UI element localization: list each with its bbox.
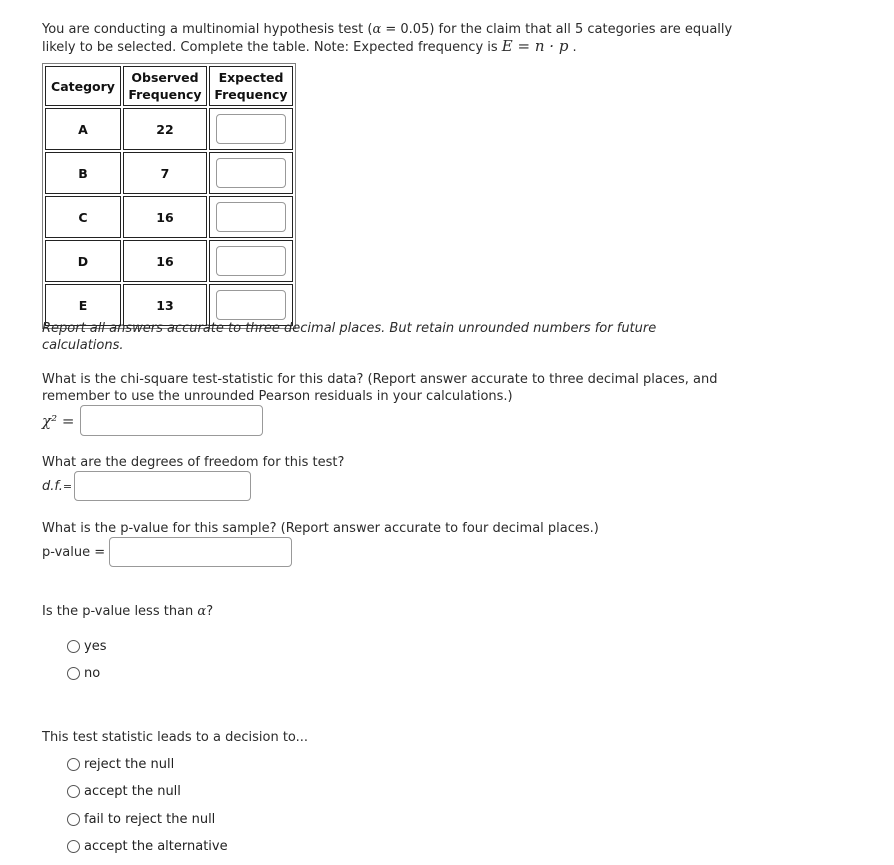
frequency-table: Category Observed Frequency Expected Frequ… (42, 63, 296, 329)
expected-input-a[interactable] (216, 114, 286, 144)
pvalue-label: p-value = (42, 544, 106, 560)
radio-button[interactable] (67, 812, 80, 826)
table-header-row: Category Observed Frequency Expected Frequ… (45, 66, 293, 106)
header-observed: Observed Frequency (123, 66, 207, 106)
decision-question: This test statistic leads to a decision … (42, 730, 309, 745)
category-cell: C (45, 196, 121, 238)
df-label: d.f. (42, 478, 63, 494)
expected-input-e[interactable] (216, 290, 286, 320)
compare-option-yes[interactable]: yes (67, 637, 106, 655)
pvalue-question: What is the p-value for this sample? (Re… (42, 521, 599, 536)
df-input[interactable] (74, 471, 252, 501)
radio-button[interactable] (67, 666, 80, 680)
category-cell: D (45, 240, 121, 282)
radio-button[interactable] (67, 639, 80, 653)
rounding-note: Report all answers accurate to three dec… (42, 321, 657, 353)
compare-option-no[interactable]: no (67, 664, 100, 682)
category-cell: A (45, 108, 121, 150)
header-expected: Expected Frequency (209, 66, 293, 106)
observed-cell: 7 (123, 152, 207, 194)
decision-option-accept-null[interactable]: accept the null (67, 782, 181, 800)
chi-square-label: χ² = (42, 411, 75, 430)
header-category: Category (45, 66, 121, 106)
radio-button[interactable] (67, 784, 80, 798)
observed-cell: 22 (123, 108, 207, 150)
table-row: D 16 (45, 240, 293, 282)
pvalue-input[interactable] (109, 537, 293, 567)
compare-question: Is the p-value less than α? (42, 604, 214, 619)
intro-text: You are conducting a multinomial hypothe… (42, 22, 733, 55)
observed-cell: 16 (123, 196, 207, 238)
decision-option-reject-null[interactable]: reject the null (67, 755, 174, 773)
table-row: A 22 (45, 108, 293, 150)
expected-input-d[interactable] (216, 246, 286, 276)
alpha-symbol: α (372, 22, 382, 37)
alpha-symbol: α (197, 604, 207, 619)
table-row: C 16 (45, 196, 293, 238)
category-cell: B (45, 152, 121, 194)
expected-input-b[interactable] (216, 158, 286, 188)
expected-input-c[interactable] (216, 202, 286, 232)
decision-option-fail-to-reject[interactable]: fail to reject the null (67, 810, 215, 828)
radio-button[interactable] (67, 839, 80, 853)
chi-square-input[interactable] (80, 405, 264, 436)
observed-cell: 16 (123, 240, 207, 282)
table-row: B 7 (45, 152, 293, 194)
chi-square-question: What is the chi-square test-statistic fo… (42, 372, 718, 404)
radio-button[interactable] (67, 757, 80, 771)
df-question: What are the degrees of freedom for this… (42, 455, 345, 470)
expected-formula: E = n · p (501, 37, 569, 55)
decision-option-accept-alternative[interactable]: accept the alternative (67, 837, 228, 855)
